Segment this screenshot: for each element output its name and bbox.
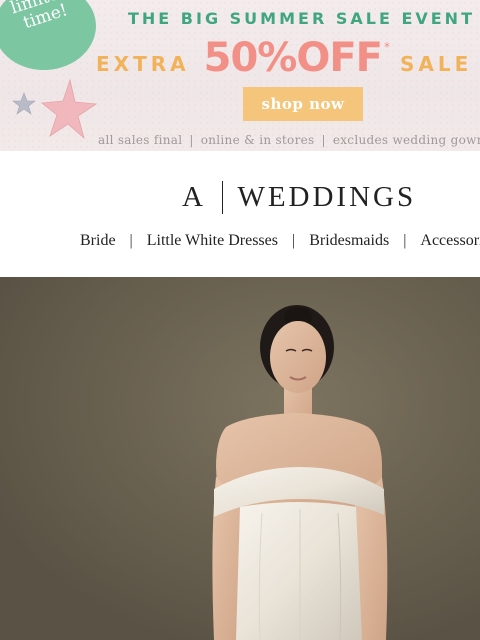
- sale-headline: THE BIG SUMMER SALE EVENT: [128, 9, 475, 28]
- nav-divider: |: [291, 232, 296, 249]
- offer-line: EXTRA 50%OFF * SALE: [96, 36, 472, 80]
- logo-letter: A: [182, 181, 206, 213]
- logo-wordmark: WEDDINGS: [237, 181, 417, 213]
- fine-print-item: excludes wedding gowns: [332, 133, 480, 147]
- bride-photo: [0, 277, 480, 640]
- fine-print-separator: |: [321, 133, 326, 147]
- fine-print-separator: |: [189, 133, 194, 147]
- fine-print-item: online & in stores: [200, 133, 315, 147]
- pink-star-icon: [40, 78, 98, 140]
- category-nav: Bride | Little White Dresses | Bridesmai…: [80, 232, 480, 250]
- site-header: A WEDDINGS Bride | Little White Dresses …: [0, 151, 480, 277]
- nav-divider: |: [403, 232, 407, 249]
- nav-item-accessories[interactable]: Accessories: [420, 232, 480, 250]
- nav-divider: |: [129, 232, 133, 249]
- fine-print-item: all sales final: [98, 133, 183, 147]
- offer-asterisk: *: [384, 40, 391, 54]
- shop-now-button[interactable]: shop now: [243, 87, 363, 121]
- nav-item-bridesmaids[interactable]: Bridesmaids: [309, 232, 389, 250]
- fine-print: all sales final | online & in stores | exclu…: [98, 133, 480, 147]
- hero-image[interactable]: [0, 277, 480, 640]
- offer-extra-label: EXTRA: [96, 52, 190, 76]
- promo-banner[interactable]: limited time! THE BIG SUMMER SALE EVENT …: [0, 0, 480, 151]
- brand-logo[interactable]: A WEDDINGS: [182, 181, 416, 214]
- nav-item-bride[interactable]: Bride: [80, 232, 116, 250]
- silver-star-icon: [12, 92, 36, 115]
- offer-sale-label: SALE: [400, 52, 473, 76]
- logo-divider: [221, 181, 224, 214]
- offer-amount: 50%OFF: [203, 35, 383, 81]
- nav-item-little-white-dresses[interactable]: Little White Dresses: [147, 232, 278, 250]
